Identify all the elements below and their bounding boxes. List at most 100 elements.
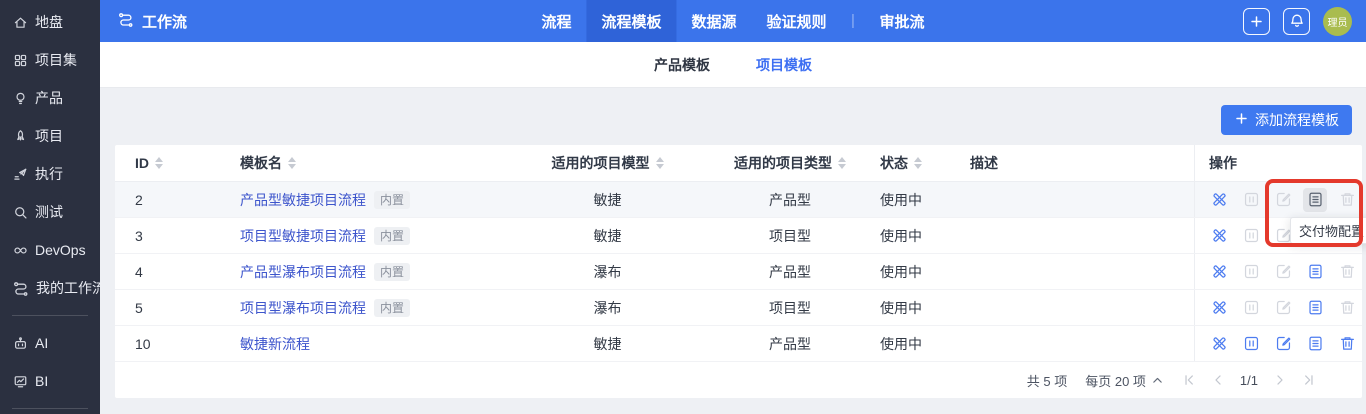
topbar-tab-1[interactable]: 流程模板: [586, 0, 676, 42]
cell-project-type: 产品型: [700, 326, 880, 361]
template-name-link[interactable]: 项目型瀑布项目流程: [240, 298, 366, 318]
topbar-tab-4[interactable]: 审批流: [865, 0, 940, 42]
template-name-link[interactable]: 项目型敏捷项目流程: [240, 226, 366, 246]
plus-icon: [1234, 111, 1249, 129]
topbar-tab-2[interactable]: 数据源: [676, 0, 751, 42]
page-last-icon[interactable]: [1302, 373, 1316, 387]
cell-actions: [1194, 290, 1362, 325]
subtabs: 产品模板 项目模板: [100, 42, 1366, 88]
sidebar-item-chart-board[interactable]: BI: [0, 362, 100, 400]
edit-icon: [1275, 227, 1292, 244]
action-delete-button: [1335, 296, 1359, 320]
column-header-4[interactable]: 状态: [880, 145, 970, 181]
per-page-selector[interactable]: 每页 20 项: [1085, 371, 1164, 390]
action-delete-button[interactable]: [1335, 332, 1359, 356]
sort-icon[interactable]: [656, 157, 664, 169]
sidebar-item-robot[interactable]: AI: [0, 324, 100, 362]
builtin-badge: 内置: [374, 263, 410, 281]
cell-template-name: 项目型瀑布项目流程 内置: [220, 290, 515, 325]
topbar-tab-0[interactable]: 流程: [526, 0, 586, 42]
action-design-button[interactable]: [1207, 224, 1231, 248]
table-row: 5 项目型瀑布项目流程 内置 瀑布 项目型 使用中: [115, 290, 1362, 326]
sidebar-item-label: DevOps: [35, 242, 86, 258]
cell-project-model: 敏捷: [515, 326, 700, 361]
user-avatar[interactable]: 理员: [1323, 7, 1352, 36]
column-header-label: 模板名: [240, 153, 282, 173]
action-edit-button[interactable]: [1271, 332, 1295, 356]
cell-id: 5: [115, 290, 220, 325]
topbar-actions: 理员: [1243, 0, 1352, 42]
design-icon: [1211, 263, 1228, 280]
cell-project-model: 瀑布: [515, 254, 700, 289]
plus-icon: [1249, 14, 1264, 29]
cell-status: 使用中: [880, 290, 970, 325]
template-name-link[interactable]: 敏捷新流程: [240, 334, 310, 354]
sidebar-item-grid[interactable]: 项目集: [0, 41, 100, 79]
chevron-up-icon: [1151, 374, 1164, 387]
sidebar-item-infinity[interactable]: DevOps: [0, 231, 100, 269]
sidebar-main-items: 地盘 项目集 产品 项目 执行 测试 DevOps 我的工作流: [0, 3, 100, 307]
column-header-label: 状态: [880, 153, 908, 173]
action-design-button[interactable]: [1207, 332, 1231, 356]
create-button[interactable]: [1243, 8, 1270, 35]
template-name-link[interactable]: 产品型瀑布项目流程: [240, 262, 366, 282]
sidebar-item-search[interactable]: 测试: [0, 193, 100, 231]
sort-icon[interactable]: [288, 157, 296, 169]
page-next-icon[interactable]: [1273, 373, 1287, 387]
template-name-link[interactable]: 产品型敏捷项目流程: [240, 190, 366, 210]
column-header-1[interactable]: 模板名: [220, 145, 515, 181]
trash-icon: [1339, 263, 1356, 280]
column-header-0[interactable]: ID: [115, 145, 220, 181]
sort-icon[interactable]: [914, 157, 922, 169]
topbar-tab-divider: [853, 14, 854, 28]
column-header-label: ID: [135, 155, 149, 171]
cell-project-type: 项目型: [700, 290, 880, 325]
cell-id: 2: [115, 182, 220, 217]
page-first-icon[interactable]: [1182, 373, 1196, 387]
builtin-badge: 内置: [374, 299, 410, 317]
action-design-button[interactable]: [1207, 296, 1231, 320]
app-title-label: 工作流: [142, 11, 187, 32]
column-header-3[interactable]: 适用的项目类型: [700, 145, 880, 181]
sidebar-item-label: 产品: [35, 88, 63, 108]
action-deliverable-button[interactable]: [1303, 296, 1327, 320]
cell-id: 10: [115, 326, 220, 361]
sidebar-item-bulb[interactable]: 产品: [0, 79, 100, 117]
sidebar-item-label: AI: [35, 335, 48, 351]
infinity-icon: [13, 243, 28, 258]
action-design-button[interactable]: [1207, 260, 1231, 284]
action-deliverable-button[interactable]: [1303, 260, 1327, 284]
column-header-2[interactable]: 适用的项目模型: [515, 145, 700, 181]
sidebar-item-home[interactable]: 地盘: [0, 3, 100, 41]
subtab-0[interactable]: 产品模板: [654, 55, 710, 75]
sidebar-divider: [12, 408, 88, 409]
subtab-1[interactable]: 项目模板: [756, 55, 812, 75]
cell-status: 使用中: [880, 218, 970, 253]
action-deliverable-button[interactable]: [1303, 188, 1327, 212]
cell-description: [970, 218, 1194, 253]
chart-board-icon: [13, 374, 28, 389]
sidebar-item-label: 测试: [35, 202, 63, 222]
pause-icon: [1243, 227, 1260, 244]
edit-icon: [1275, 263, 1292, 280]
cell-template-name: 项目型敏捷项目流程 内置: [220, 218, 515, 253]
table-body: 2 产品型敏捷项目流程 内置 敏捷 产品型 使用中 3 项目型敏捷项目流程 内置…: [115, 182, 1362, 362]
add-template-button[interactable]: 添加流程模板: [1221, 105, 1352, 135]
page-prev-icon[interactable]: [1211, 373, 1225, 387]
action-deliverable-button[interactable]: [1303, 332, 1327, 356]
list-icon: [1307, 299, 1324, 316]
sort-icon[interactable]: [155, 157, 163, 169]
sidebar-item-rocket[interactable]: 项目: [0, 117, 100, 155]
sort-icon[interactable]: [838, 157, 846, 169]
sidebar-item-workflow[interactable]: 我的工作流: [0, 269, 100, 307]
home-icon: [13, 15, 28, 30]
action-pause-button[interactable]: [1239, 332, 1263, 356]
sidebar-item-execute[interactable]: 执行: [0, 155, 100, 193]
action-design-button[interactable]: [1207, 188, 1231, 212]
cell-actions: [1194, 254, 1362, 289]
sidebar-divider: [12, 315, 88, 316]
topbar-tab-3[interactable]: 验证规则: [752, 0, 842, 42]
column-header-label: 适用的项目模型: [552, 153, 650, 173]
notifications-button[interactable]: [1283, 8, 1310, 35]
builtin-badge: 内置: [374, 191, 410, 209]
